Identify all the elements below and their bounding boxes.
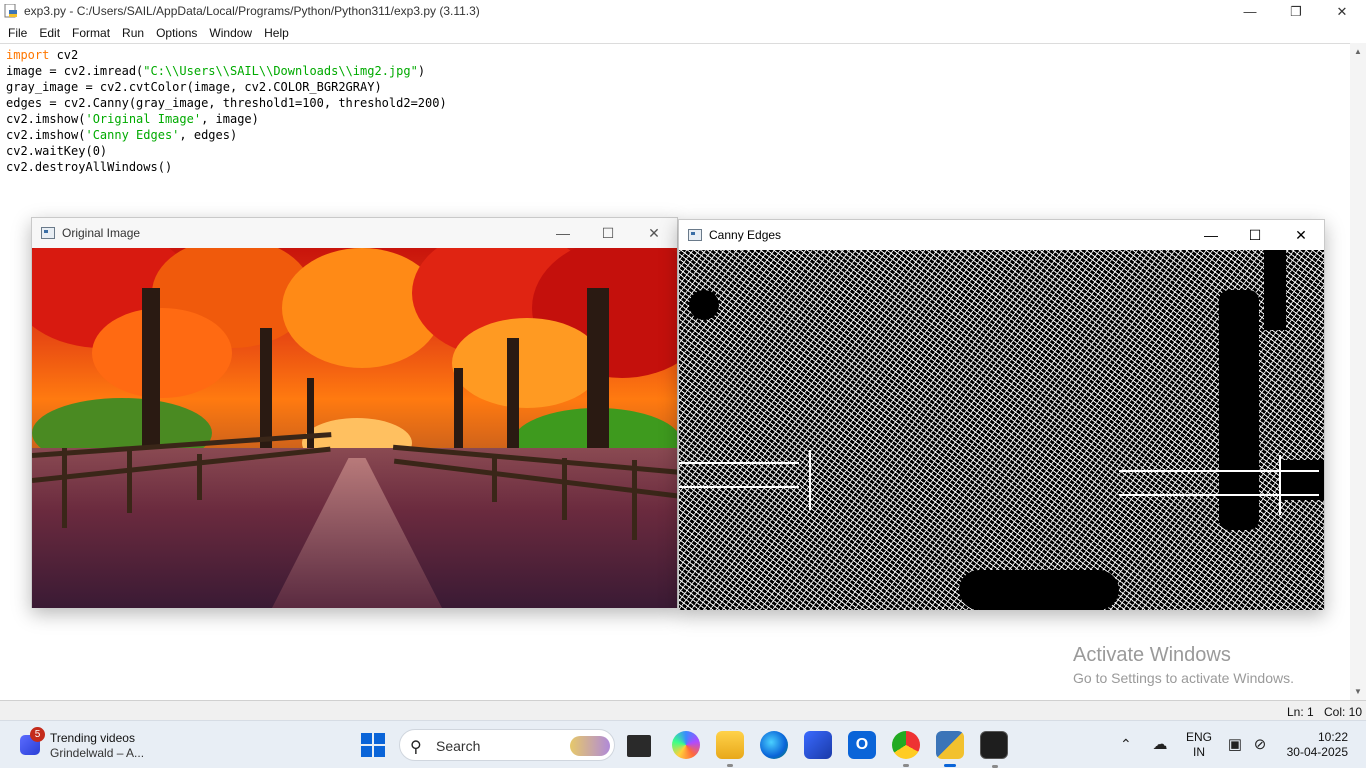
cloud-offline-icon[interactable]: ☁ <box>1150 735 1170 753</box>
menu-window[interactable]: Window <box>203 23 258 43</box>
scroll-up-icon[interactable]: ▲ <box>1354 47 1362 56</box>
notification-badge: 5 <box>30 727 45 742</box>
close-button[interactable]: ✕ <box>639 222 669 244</box>
code-line-2: image = cv2.imread("C:\\Users\\SAIL\\Dow… <box>6 64 426 78</box>
minimize-icon: — <box>1243 4 1257 19</box>
close-icon: ✕ <box>1336 3 1348 19</box>
canny-edges-image <box>679 250 1324 610</box>
vertical-scrollbar[interactable]: ▲ ▼ <box>1350 43 1366 700</box>
canny-edges-window[interactable]: Canny Edges — ☐ ✕ <box>678 219 1325 610</box>
widget-title: Trending videos <box>50 731 135 745</box>
taskbar-search[interactable]: ⚲ Search <box>399 729 615 761</box>
taskbar: 5 Trending videos Grindelwald – A... ⚲ S… <box>0 720 1366 768</box>
maximize-button[interactable]: ☐ <box>593 222 623 244</box>
widget-subtitle: Grindelwald – A... <box>50 746 145 760</box>
scroll-down-icon[interactable]: ▼ <box>1354 687 1362 696</box>
activate-windows-title: Activate Windows <box>1073 644 1231 666</box>
maximize-icon: ☐ <box>1248 226 1262 243</box>
search-icon: ⚲ <box>410 739 422 756</box>
column-number: Col: 10 <box>1324 705 1363 719</box>
network-icon[interactable]: ▣ <box>1225 735 1245 753</box>
maximize-button[interactable]: ☐ <box>1240 224 1270 246</box>
original-image <box>32 248 677 608</box>
close-icon: ✕ <box>1295 226 1307 243</box>
menu-bar: File Edit Format Run Options Window Help <box>0 23 1366 43</box>
original-image-titlebar[interactable]: Original Image — ☐ ✕ <box>32 218 677 248</box>
menu-options[interactable]: Options <box>150 23 203 43</box>
close-icon: ✕ <box>648 224 660 241</box>
original-image-title: Original Image <box>62 226 141 240</box>
chrome-icon[interactable] <box>892 731 920 767</box>
code-line-3: gray_image = cv2.cvtColor(image, cv2.COL… <box>6 80 382 94</box>
window-title: exp3.py - C:/Users/SAIL/AppData/Local/Pr… <box>24 4 480 18</box>
menu-edit[interactable]: Edit <box>33 23 66 43</box>
code-line-6: cv2.imshow('Canny Edges', edges) <box>6 128 238 142</box>
minimize-icon: — <box>1204 227 1218 243</box>
menu-file[interactable]: File <box>2 23 33 43</box>
edge-browser-icon[interactable] <box>760 731 788 759</box>
code-line-5: cv2.imshow('Original Image', image) <box>6 112 259 126</box>
language-code: ENG <box>1186 730 1213 744</box>
menu-help[interactable]: Help <box>258 23 295 43</box>
search-label: Search <box>436 738 481 754</box>
language-indicator[interactable]: ENG IN <box>1186 730 1212 760</box>
restore-button[interactable]: ❐ <box>1273 0 1319 23</box>
original-image-window[interactable]: Original Image — ☐ ✕ <box>31 217 678 608</box>
maximize-icon: ☐ <box>601 224 615 241</box>
code-line-1: import cv2 <box>6 48 79 62</box>
status-bar: Ln: 1 Col: 10 <box>0 700 1366 720</box>
activate-windows-watermark: Activate Windows Go to Settings to activ… <box>1073 644 1294 686</box>
minimize-button[interactable]: — <box>548 222 578 244</box>
restore-icon: ❐ <box>1290 3 1302 19</box>
line-number: Ln: 1 <box>1287 705 1314 719</box>
python-idle-icon[interactable] <box>936 731 964 767</box>
terminal-icon[interactable] <box>980 731 1008 768</box>
idle-titlebar: exp3.py - C:/Users/SAIL/AppData/Local/Pr… <box>0 0 1366 23</box>
window-app-icon <box>688 229 702 241</box>
code-line-7: cv2.waitKey(0) <box>6 144 108 158</box>
chevron-up-icon[interactable]: ⌃ <box>1120 736 1132 753</box>
code-text: import cv2 image = cv2.imread("C:\\Users\… <box>6 47 447 175</box>
close-button[interactable]: ✕ <box>1319 0 1365 23</box>
region-code: IN <box>1193 745 1205 759</box>
search-highlight-icon <box>570 736 610 756</box>
start-button[interactable] <box>361 733 385 757</box>
file-explorer-icon[interactable] <box>716 731 744 767</box>
minimize-button[interactable]: — <box>1196 224 1226 246</box>
widgets-button[interactable]: 5 Trending videos Grindelwald – A... <box>18 727 168 763</box>
canny-edges-titlebar[interactable]: Canny Edges — ☐ ✕ <box>679 220 1324 250</box>
clock-date: 30-04-2025 <box>1286 745 1348 759</box>
outlook-icon[interactable]: O <box>848 731 876 759</box>
code-line-8: cv2.destroyAllWindows() <box>6 160 173 174</box>
copilot-icon[interactable] <box>672 731 700 759</box>
code-line-4: edges = cv2.Canny(gray_image, threshold1… <box>6 96 447 110</box>
microsoft-store-icon[interactable] <box>804 731 832 759</box>
menu-run[interactable]: Run <box>116 23 150 43</box>
volume-muted-icon[interactable]: ⊘ <box>1250 735 1270 753</box>
close-button[interactable]: ✕ <box>1286 224 1316 246</box>
activate-windows-subtitle: Go to Settings to activate Windows. <box>1073 670 1294 686</box>
canny-edges-title: Canny Edges <box>709 228 782 242</box>
task-view-icon[interactable] <box>627 735 651 757</box>
clock-time: 10:22 <box>1317 730 1348 744</box>
window-app-icon <box>41 227 55 239</box>
menu-format[interactable]: Format <box>66 23 116 43</box>
system-clock[interactable]: 10:22 30-04-2025 <box>1284 730 1348 760</box>
minimize-button[interactable]: — <box>1227 0 1273 23</box>
python-file-icon <box>4 4 17 18</box>
minimize-icon: — <box>556 225 570 241</box>
